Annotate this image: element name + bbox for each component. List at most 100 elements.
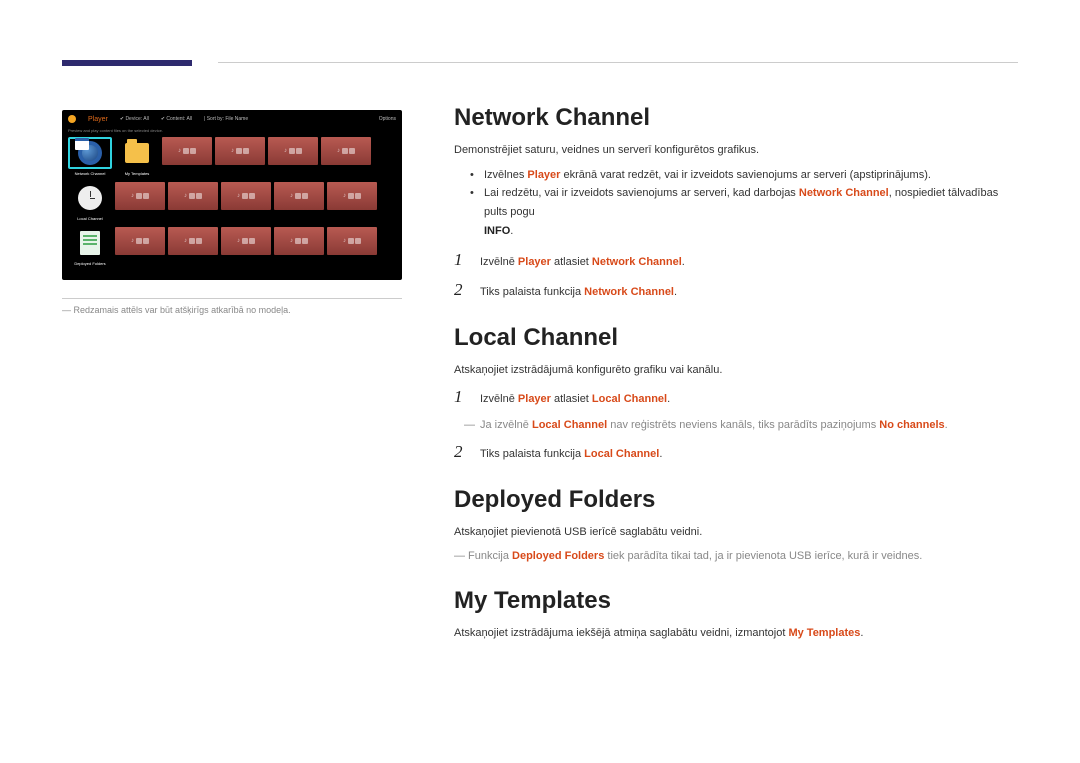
step-number: 2 xyxy=(454,442,466,462)
content-filter-value: All xyxy=(186,116,192,122)
device-filter-value: All xyxy=(143,116,149,122)
content-tile: ♪ xyxy=(274,182,324,210)
highlight-network-channel: Network Channel xyxy=(592,256,682,268)
highlight-my-templates: My Templates xyxy=(788,627,860,639)
step-number: 1 xyxy=(454,250,466,270)
heading-network-channel: Network Channel xyxy=(454,104,1022,132)
grid-row-1: Network Channel My Templates ♪ ♪ ♪ ♪ xyxy=(68,137,396,176)
calendar-icon xyxy=(75,138,89,150)
heading-deployed-folders: Deployed Folders xyxy=(454,486,1022,514)
heading-my-templates: My Templates xyxy=(454,587,1022,615)
highlight-local-channel: Local Channel xyxy=(584,448,659,460)
header-divider xyxy=(218,62,1018,63)
step-number: 2 xyxy=(454,280,466,300)
bold-info: INFO xyxy=(484,225,510,237)
step-text: Izvēlnē Player atlasiet Network Channel. xyxy=(480,254,685,272)
options-label: Options xyxy=(379,116,396,122)
sort-filter: | Sort by: File Name xyxy=(204,116,248,122)
text: . xyxy=(682,256,685,268)
text: Funkcija xyxy=(468,550,512,562)
network-bullets: Izvēlnes Player ekrānā varat redzēt, vai… xyxy=(454,166,1022,241)
highlight-network-channel: Network Channel xyxy=(799,187,889,199)
tile-local-channel: Local Channel xyxy=(68,182,112,221)
player-title: Player xyxy=(88,116,108,123)
highlight-no-channels: No channels xyxy=(879,419,944,431)
text: . xyxy=(945,419,948,431)
highlight-player: Player xyxy=(527,169,560,181)
main-content: Network Channel Demonstrējiet saturu, ve… xyxy=(454,104,1022,649)
player-grid: Network Channel My Templates ♪ ♪ ♪ ♪ Loc… xyxy=(62,137,402,266)
text: Izvēlnes xyxy=(484,169,527,181)
content-filter: ✔ Content: All xyxy=(161,116,192,122)
content-tile: ♪ xyxy=(168,227,218,255)
heading-local-channel: Local Channel xyxy=(454,324,1022,352)
text: Ja izvēlnē xyxy=(480,419,532,431)
local-intro: Atskaņojiet izstrādājumā konfigurēto gra… xyxy=(454,362,1022,380)
highlight-player: Player xyxy=(518,256,551,268)
step-text: Tiks palaista funkcija Local Channel. xyxy=(480,446,662,464)
step-1: 1 Izvēlnē Player atlasiet Local Channel. xyxy=(454,387,1022,409)
text: nav reģistrēts neviens kanāls, tiks parā… xyxy=(607,419,879,431)
content-tile: ♪ xyxy=(321,137,371,165)
player-app-preview: Player ✔ Device: All ✔ Content: All | So… xyxy=(62,110,402,280)
player-header: Player ✔ Device: All ✔ Content: All | So… xyxy=(62,110,402,128)
clock-icon xyxy=(78,186,102,210)
text: Tiks palaista funkcija xyxy=(480,448,584,460)
text: ekrānā varat redzēt, vai ir izveidots sa… xyxy=(560,169,930,181)
player-subtitle: Preview and play content files on the se… xyxy=(62,128,402,137)
document-icon xyxy=(80,231,100,255)
highlight-player: Player xyxy=(518,393,551,405)
content-tile: ♪ xyxy=(115,182,165,210)
content-tile: ♪ xyxy=(327,227,377,255)
content-tile: ♪ xyxy=(268,137,318,165)
content-tile: ♪ xyxy=(168,182,218,210)
sort-value: File Name xyxy=(225,116,248,122)
grid-row-3: Deployed Folders ♪ ♪ ♪ ♪ ♪ xyxy=(68,227,396,266)
figure-divider xyxy=(62,298,402,299)
step-2: 2 Tiks palaista funkcija Local Channel. xyxy=(454,442,1022,464)
tile-my-templates: My Templates xyxy=(115,137,159,176)
content-tile: ♪ xyxy=(221,182,271,210)
text: Izvēlnē xyxy=(480,256,518,268)
text: . xyxy=(510,225,513,237)
highlight-network-channel: Network Channel xyxy=(584,286,674,298)
tile-label: Deployed Folders xyxy=(68,261,112,266)
content-tile: ♪ xyxy=(221,227,271,255)
network-intro: Demonstrējiet saturu, veidnes un serverī… xyxy=(454,142,1022,160)
templates-intro: Atskaņojiet izstrādājuma iekšējā atmiņa … xyxy=(454,625,1022,643)
grid-row-2: Local Channel ♪ ♪ ♪ ♪ ♪ xyxy=(68,182,396,221)
note-dash: Ja izvēlnē Local Channel nav reģistrēts … xyxy=(480,417,1022,435)
content-tile: ♪ xyxy=(215,137,265,165)
tile-label: Network Channel xyxy=(68,171,112,176)
bullet-item: Lai redzētu, vai ir izveidots savienojum… xyxy=(474,184,1022,240)
content-tile: ♪ xyxy=(274,227,324,255)
bullet-item: Izvēlnes Player ekrānā varat redzēt, vai… xyxy=(474,166,1022,185)
tile-selected-border xyxy=(68,137,112,169)
text: tiek parādīta tikai tad, ja ir pievienot… xyxy=(604,550,922,562)
text: . xyxy=(667,393,670,405)
step-2: 2 Tiks palaista funkcija Network Channel… xyxy=(454,280,1022,302)
deployed-intro: Atskaņojiet pievienotā USB ierīcē saglab… xyxy=(454,524,1022,542)
step-1: 1 Izvēlnē Player atlasiet Network Channe… xyxy=(454,250,1022,272)
text: atlasiet xyxy=(551,256,592,268)
text: . xyxy=(860,627,863,639)
text: . xyxy=(659,448,662,460)
highlight-deployed-folders: Deployed Folders xyxy=(512,550,604,562)
content-filter-label: Content xyxy=(166,116,184,122)
globe-icon xyxy=(78,141,102,165)
step-text: Izvēlnē Player atlasiet Local Channel. xyxy=(480,391,670,409)
device-filter-label: Device xyxy=(125,116,140,122)
text: Izvēlnē xyxy=(480,393,518,405)
figure-caption: Redzamais attēls var būt atšķirīgs atkar… xyxy=(62,305,402,315)
step-text: Tiks palaista funkcija Network Channel. xyxy=(480,284,677,302)
note-dash: Funkcija Deployed Folders tiek parādīta … xyxy=(454,548,1022,566)
content-tile: ♪ xyxy=(162,137,212,165)
folder-icon xyxy=(125,143,149,163)
header-accent-bar xyxy=(62,60,192,66)
sort-label: Sort by xyxy=(207,116,223,122)
device-filter: ✔ Device: All xyxy=(120,116,149,122)
text: Lai redzētu, vai ir izveidots savienojum… xyxy=(484,187,799,199)
content-tile: ♪ xyxy=(327,182,377,210)
highlight-local-channel: Local Channel xyxy=(592,393,667,405)
step-number: 1 xyxy=(454,387,466,407)
